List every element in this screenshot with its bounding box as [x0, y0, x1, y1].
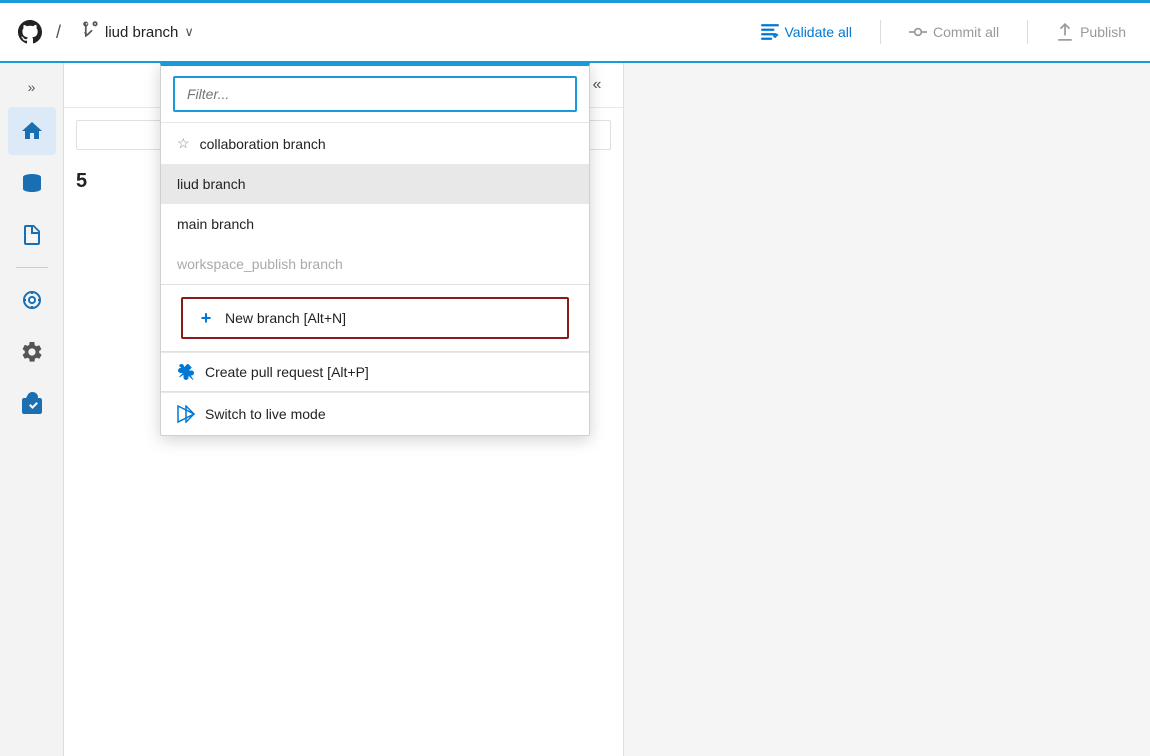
switch-live-mode-button[interactable]: Switch to live mode	[161, 392, 589, 435]
dropdown-filter-area	[161, 66, 589, 123]
branch-name: liud branch	[105, 24, 178, 41]
create-pull-request-button[interactable]: Create pull request [Alt+P]	[161, 352, 589, 391]
branch-item-collaboration[interactable]: ☆ collaboration branch	[161, 123, 589, 164]
branch-dropdown: ☆ collaboration branch liud branch main …	[160, 63, 590, 436]
branch-icon	[81, 21, 99, 44]
publish-label: Publish	[1080, 24, 1126, 40]
left-panel: ⌄⌄ « 5 ☆	[64, 63, 624, 756]
publish-button[interactable]: Publish	[1048, 19, 1134, 45]
star-icon: ☆	[177, 135, 190, 152]
commit-all-label: Commit all	[933, 24, 999, 40]
content-area: ⌄⌄ « 5 ☆	[64, 63, 1150, 756]
sidebar-item-settings[interactable]	[8, 328, 56, 376]
new-branch-label: New branch [Alt+N]	[225, 310, 346, 326]
branch-label-collaboration: collaboration branch	[200, 136, 326, 152]
branch-label-workspace-publish: workspace_publish branch	[177, 256, 343, 272]
plus-icon: +	[197, 309, 215, 327]
breadcrumb-slash: /	[56, 22, 61, 43]
switch-live-label: Switch to live mode	[205, 406, 326, 422]
expand-sidebar-button[interactable]: »	[20, 71, 44, 103]
toolbar-separator-2	[1027, 20, 1028, 44]
dropdown-filter-input[interactable]	[173, 76, 577, 112]
new-branch-button[interactable]: + New branch [Alt+N]	[181, 297, 569, 339]
branch-item-main[interactable]: main branch	[161, 204, 589, 244]
chevron-down-icon: ∨	[184, 24, 194, 40]
branch-selector[interactable]: liud branch ∨	[73, 17, 202, 48]
sidebar-item-database[interactable]	[8, 159, 56, 207]
live-mode-icon	[177, 405, 195, 423]
main-layout: »	[0, 63, 1150, 756]
pull-request-label: Create pull request [Alt+P]	[205, 364, 369, 380]
validate-all-label: Validate all	[785, 24, 852, 40]
top-bar: / liud branch ∨ Validate all	[0, 3, 1150, 63]
branch-item-workspace-publish: workspace_publish branch	[161, 244, 589, 284]
right-panel	[624, 63, 1150, 756]
panel-area: ⌄⌄ « 5 ☆	[64, 63, 1150, 756]
branch-label-main: main branch	[177, 216, 254, 232]
github-icon	[16, 18, 44, 46]
sidebar-item-home[interactable]	[8, 107, 56, 155]
new-branch-wrapper: + New branch [Alt+N]	[161, 285, 589, 351]
branch-label-liud: liud branch	[177, 176, 246, 192]
sidebar-divider	[16, 267, 48, 268]
pull-request-icon	[177, 363, 195, 381]
sidebar-item-pipeline[interactable]	[8, 276, 56, 324]
branch-item-liud[interactable]: liud branch	[161, 164, 589, 204]
sidebar: »	[0, 63, 64, 756]
top-bar-right: Validate all Commit all Publish	[753, 19, 1135, 45]
sidebar-item-document[interactable]	[8, 211, 56, 259]
toolbar-separator	[880, 20, 881, 44]
commit-all-button[interactable]: Commit all	[901, 19, 1007, 45]
validate-all-button[interactable]: Validate all	[753, 19, 860, 45]
top-bar-left: / liud branch ∨	[16, 17, 753, 48]
sidebar-item-tools[interactable]	[8, 380, 56, 428]
